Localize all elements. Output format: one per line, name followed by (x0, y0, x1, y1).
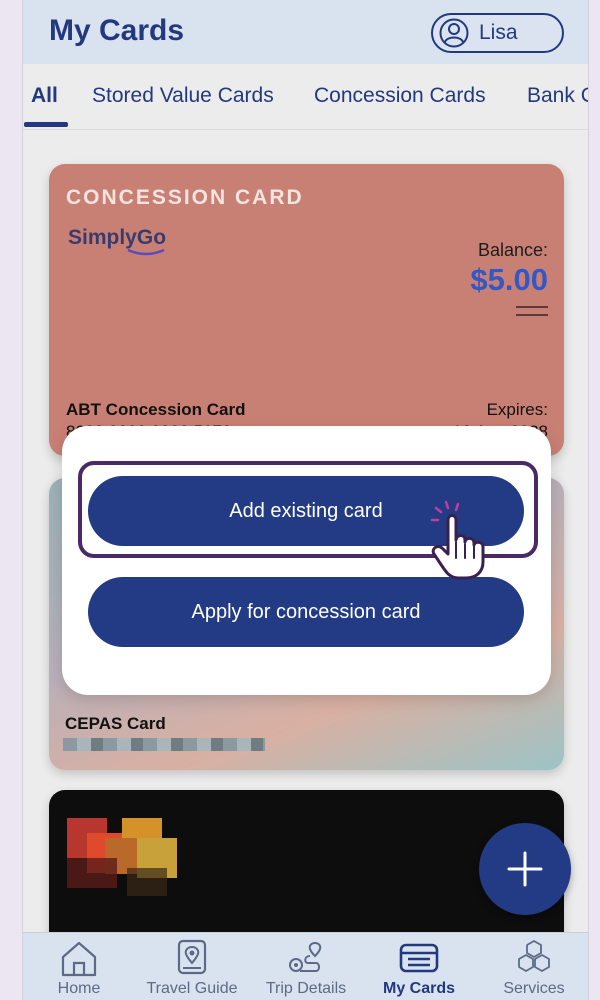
card-menu-icon[interactable] (516, 306, 548, 320)
nav-label: Trip Details (265, 980, 347, 997)
apply-concession-card-button[interactable]: Apply for concession card (88, 577, 524, 647)
simplygo-logo: SimplyGo (68, 226, 167, 256)
tab-all[interactable]: All (31, 84, 58, 108)
nav-label: Travel Guide (146, 980, 238, 997)
card-filter-tabs: All Stored Value Cards Concession Cards … (23, 64, 588, 130)
nav-label: Services (503, 980, 565, 997)
route-icon (289, 941, 322, 972)
expires-label: Expires: (486, 400, 548, 419)
tab-stored-value-cards[interactable]: Stored Value Cards (92, 84, 274, 108)
logo-smile-icon (127, 248, 165, 256)
nav-label: Home (57, 980, 101, 997)
tab-bank-cards[interactable]: Bank C (527, 84, 588, 108)
nav-travel-guide[interactable]: Travel Guide (141, 933, 243, 1000)
card-number-redacted (63, 738, 265, 751)
balance-amount: $5.00 (470, 262, 548, 297)
app-header: My Cards Lisa (23, 0, 588, 64)
brand-name: SimplyGo (68, 226, 167, 249)
tab-concession-cards[interactable]: Concession Cards (314, 84, 486, 108)
card-network-logo-icon (67, 818, 177, 896)
add-card-popup: Add existing card Apply for concession c… (62, 426, 551, 695)
home-icon (61, 941, 97, 977)
app-screen: My Cards Lisa All Stored Value Cards Con… (22, 0, 589, 1000)
add-card-fab[interactable] (479, 823, 571, 915)
card-icon (399, 943, 439, 973)
active-tab-indicator (24, 122, 68, 127)
cubes-icon (518, 940, 550, 972)
card-name: ABT Concession Card (66, 400, 246, 419)
page-title: My Cards (49, 14, 185, 47)
plus-icon (507, 851, 543, 887)
concession-card[interactable]: CONCESSION CARD SimplyGo Balance: $5.00 … (49, 164, 564, 456)
balance-label: Balance: (477, 240, 548, 260)
user-profile-button[interactable]: Lisa (431, 13, 564, 53)
card-name: CEPAS Card (65, 714, 166, 733)
map-pin-icon (177, 939, 207, 975)
card-type-label: CONCESSION CARD (66, 186, 304, 209)
nav-trip-details[interactable]: Trip Details (260, 933, 352, 1000)
nav-my-cards[interactable]: My Cards (373, 933, 465, 1000)
nav-label: My Cards (382, 980, 456, 997)
user-name: Lisa (479, 21, 518, 44)
user-avatar-icon (439, 18, 469, 48)
nav-home[interactable]: Home (37, 933, 121, 1000)
pointer-hand-icon (430, 500, 485, 580)
nav-services[interactable]: Services (489, 933, 579, 1000)
bottom-navigation: Home Travel Guide Trip Details My Cards … (23, 932, 588, 1000)
